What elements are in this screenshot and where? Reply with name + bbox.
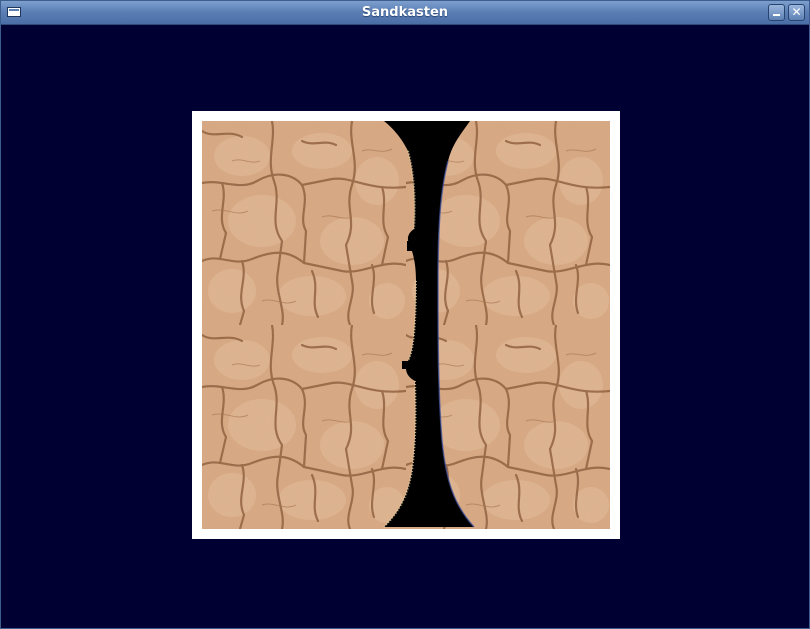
app-window: Sandkasten ✕ <box>0 0 810 629</box>
sandbox-frame <box>192 111 620 539</box>
window-title: Sandkasten <box>361 5 449 20</box>
minimize-icon <box>773 14 780 16</box>
sandbox-board[interactable] <box>202 121 610 529</box>
close-icon: ✕ <box>791 5 802 19</box>
game-canvas[interactable] <box>5 25 805 626</box>
minimize-button[interactable] <box>768 4 785 21</box>
close-button[interactable]: ✕ <box>788 4 805 21</box>
sand-texture <box>202 121 610 529</box>
titlebar[interactable]: Sandkasten ✕ <box>1 1 809 25</box>
